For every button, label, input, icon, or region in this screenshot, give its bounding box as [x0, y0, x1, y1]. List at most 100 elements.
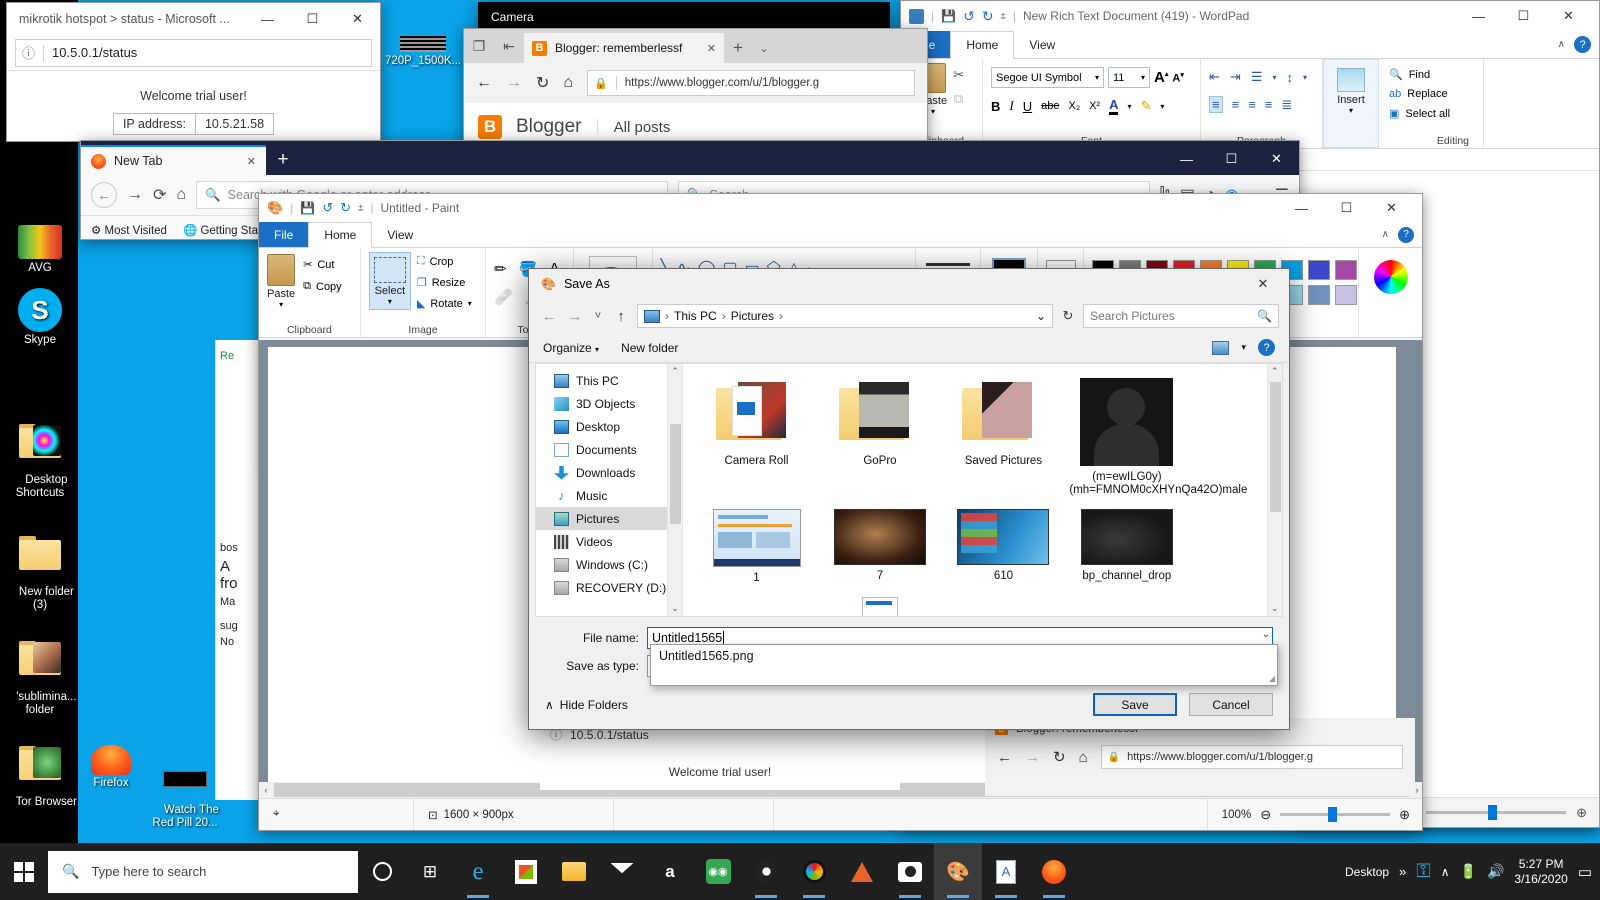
start-button[interactable] — [0, 843, 48, 900]
desktop-icon-watch-the-red-pill[interactable]: Watch The Red Pill 20... — [147, 745, 223, 843]
forward-icon[interactable]: → — [127, 186, 143, 204]
chevron-down-icon[interactable]: ⌄ — [1036, 309, 1046, 323]
new-tab-button[interactable]: + — [724, 33, 752, 63]
firefox-icon[interactable] — [1030, 843, 1078, 900]
zoom-slider-thumb[interactable] — [1328, 807, 1338, 822]
quick-access-toolbar[interactable]: | 💾 ↺ ↻ ⩲ | New Rich Text Document (419)… — [901, 1, 1599, 31]
amazon-icon[interactable]: a — [646, 843, 694, 900]
ribbon-group-insert[interactable]: Insert ▾ — [1323, 59, 1379, 148]
tree-item-documents[interactable]: Documents — [536, 438, 667, 461]
resize-grip-icon[interactable]: ◢ — [1269, 674, 1275, 683]
collapse-ribbon-icon[interactable]: ∧ — [1382, 229, 1389, 240]
tree-item-recovery-d[interactable]: RECOVERY (D:) — [536, 576, 667, 599]
file-list[interactable]: Camera Roll GoPro Saved Pictures (m=ewIL… — [683, 364, 1282, 616]
ribbon-group-clipboard[interactable]: Paste ▾ ✂ Cut ⧉ Copy Clipboard — [259, 248, 361, 337]
search-input[interactable]: 🔍 Type here to search — [48, 850, 358, 893]
chevron-down-icon[interactable]: ▾ — [267, 300, 295, 309]
tab-strip[interactable]: ❐ ⇤ B Blogger: rememberlessf ✕ + ⌄ — [464, 29, 927, 63]
tree-item-windows-c[interactable]: Windows (C:) — [536, 553, 667, 576]
strikethrough-button[interactable]: abe — [1041, 100, 1059, 112]
minimize-button[interactable]: — — [1456, 1, 1501, 32]
maximize-button[interactable]: ☐ — [1501, 1, 1546, 32]
save-icon[interactable]: 💾 — [300, 201, 315, 215]
file-item[interactable]: 7 — [822, 509, 937, 583]
cortana-icon[interactable] — [358, 843, 406, 900]
file-item[interactable]: (m=ewILG0y)(mh=FMNOM0cXHYnQa42O)male — [1069, 378, 1247, 497]
desktop-icon-firefox[interactable]: Firefox — [73, 745, 149, 790]
font-size-combo[interactable]: 11 ▾ — [1108, 67, 1150, 88]
text-color-button[interactable]: A — [1109, 97, 1119, 115]
blogger-post-list[interactable]: Re bos A fro Ma sug No — [215, 340, 261, 800]
zoom-slider[interactable] — [1280, 807, 1391, 822]
redo-icon[interactable]: ↻ — [340, 200, 351, 216]
navigation-bar[interactable]: ← → ↻ ⌂ 🔒 https://www.blogger.com/u/1/bl… — [464, 63, 927, 103]
align-right-icon[interactable]: ≡ — [1248, 97, 1256, 112]
tab-home[interactable]: Home — [950, 31, 1015, 59]
font-name-combo[interactable]: Segoe UI Symbol ▾ — [991, 67, 1104, 88]
highlight-button[interactable]: ✎ — [1141, 98, 1152, 114]
set-tabs-aside-icon[interactable]: ⇤ — [494, 29, 524, 63]
file-name-autocomplete-dropdown[interactable]: Untitled1565.png ◢ — [650, 644, 1278, 686]
tripadvisor-icon[interactable]: ◉◉ — [694, 843, 742, 900]
underline-button[interactable]: U — [1023, 99, 1032, 114]
mail-icon[interactable] — [598, 843, 646, 900]
store-icon[interactable] — [502, 843, 550, 900]
chevron-down-icon[interactable]: ▾ — [468, 299, 472, 308]
clock[interactable]: 5:27 PM 3/16/2020 — [1514, 857, 1567, 887]
maximize-button[interactable]: ☐ — [290, 3, 335, 35]
desktop-icon-skype[interactable]: S Skype — [2, 288, 78, 347]
color-swatch[interactable] — [1308, 260, 1331, 280]
tray-overflow-icon[interactable]: » — [1399, 864, 1406, 879]
task-view-icon[interactable]: ⊞ — [406, 843, 454, 900]
tab-close-icon[interactable]: ✕ — [707, 42, 716, 55]
file-item[interactable]: 1 — [699, 509, 814, 585]
maximize-button[interactable]: ☐ — [1209, 143, 1254, 175]
ribbon-group-font[interactable]: Segoe UI Symbol ▾ 11 ▾ A▴ A▾ B I U abe X₂ … — [983, 59, 1201, 148]
find-icon[interactable]: 🔍 — [1389, 68, 1403, 81]
color-swatch[interactable] — [1335, 285, 1358, 305]
replace-label[interactable]: Replace — [1407, 88, 1447, 100]
tab-view[interactable]: View — [372, 222, 428, 247]
address-input[interactable]: 🔒 https://www.blogger.com/u/1/blogger.g — [587, 70, 915, 96]
size-icon[interactable] — [926, 263, 971, 266]
recent-locations-icon[interactable]: ˅ — [591, 310, 605, 322]
dialog-footer[interactable]: ∧ Hide Folders Save Cancel — [529, 683, 1289, 726]
resize-label[interactable]: Resize — [432, 277, 466, 289]
file-item[interactable]: 610 — [946, 509, 1061, 583]
ribbon-group-paragraph[interactable]: ⇤ ⇥ ☰ ▾ ↕ ▾ ≡ ≡ ≡ ≡ ≣ Paragraph — [1201, 59, 1323, 148]
refresh-icon[interactable]: ↻ — [536, 73, 549, 93]
zoom-slider-thumb[interactable] — [1488, 805, 1498, 820]
explorer-icon[interactable] — [550, 843, 598, 900]
file-list-scrollbar[interactable]: ⌃ ⌄ — [1267, 364, 1282, 616]
align-left-icon[interactable]: ≡ — [1209, 96, 1223, 113]
forward-icon[interactable]: → — [565, 308, 585, 325]
shrink-font-icon[interactable]: A▾ — [1172, 71, 1183, 85]
chevron-up-icon[interactable]: ∧ — [1441, 865, 1450, 879]
dialog-body[interactable]: This PC 3D Objects Desktop Documents Dow… — [535, 363, 1283, 617]
copy-icon[interactable]: ⧉ — [953, 91, 964, 107]
pencil-icon[interactable]: ✏ — [494, 260, 507, 278]
desktop-icon-subliminal-folder[interactable]: 'sublimina... folder — [2, 615, 78, 730]
opera-icon[interactable] — [742, 843, 790, 900]
tab-view[interactable]: View — [1014, 31, 1070, 58]
desktop-icon-avg[interactable]: AVG — [2, 225, 78, 275]
hide-folders-button[interactable]: ∧ Hide Folders — [545, 698, 628, 712]
superscript-button[interactable]: X² — [1089, 100, 1100, 112]
tab-home[interactable]: Home — [308, 222, 373, 248]
close-button[interactable]: ✕ — [1254, 143, 1299, 175]
chevron-down-icon[interactable]: ▾ — [1095, 73, 1099, 82]
replace-icon[interactable]: ab — [1389, 88, 1401, 100]
nav-pane-scrollbar[interactable]: ⌃ ⌄ — [668, 364, 683, 616]
bold-button[interactable]: B — [991, 99, 1000, 114]
help-icon[interactable]: ? — [1398, 226, 1414, 243]
line-spacing-icon[interactable]: ↕ — [1286, 70, 1293, 85]
bookmark-most-visited[interactable]: ⚙ Most Visited — [91, 223, 167, 237]
cancel-button[interactable]: Cancel — [1189, 693, 1273, 716]
new-folder-button[interactable]: New folder — [621, 341, 678, 355]
back-icon[interactable]: ← — [539, 308, 559, 325]
scroll-up-icon[interactable]: ⌃ — [671, 366, 679, 377]
scroll-left-icon[interactable]: ‹ — [259, 785, 273, 795]
crop-icon[interactable]: ⛶ — [417, 255, 425, 268]
copy-label[interactable]: Copy — [316, 281, 342, 293]
rotate-icon[interactable]: ◣ — [417, 297, 425, 310]
